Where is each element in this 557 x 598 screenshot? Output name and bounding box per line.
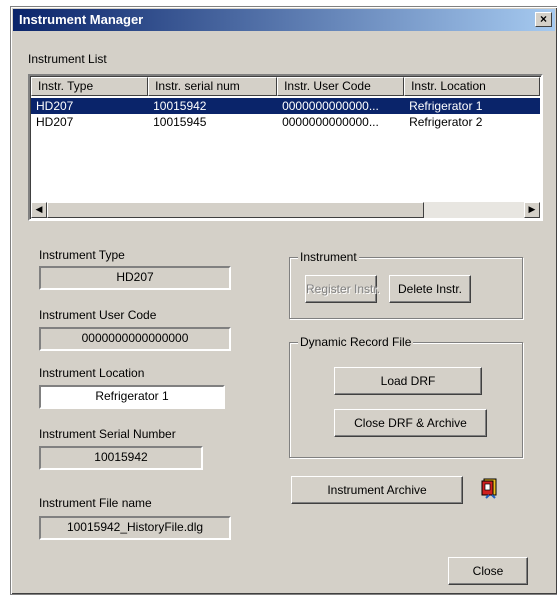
instrument-type-label: Instrument Type xyxy=(39,248,125,262)
cell-type: HD207 xyxy=(36,99,74,113)
instrument-list-label: Instrument List xyxy=(28,52,107,66)
instrument-serial-field: 10015942 xyxy=(39,446,203,470)
column-header-location[interactable]: Instr. Location xyxy=(404,77,540,96)
load-drf-button[interactable]: Load DRF xyxy=(334,367,482,395)
cell-serial: 10015942 xyxy=(153,99,207,113)
cell-user-code: 0000000000000... xyxy=(282,115,379,129)
instrument-location-input[interactable]: Refrigerator 1 xyxy=(39,385,225,409)
cell-location: Refrigerator 2 xyxy=(409,115,483,129)
instrument-user-code-label: Instrument User Code xyxy=(39,308,157,322)
cell-type: HD207 xyxy=(36,115,74,129)
column-header-user-code[interactable]: Instr. User Code xyxy=(277,77,405,96)
title-bar[interactable]: Instrument Manager × xyxy=(13,9,555,31)
drf-group-title: Dynamic Record File xyxy=(298,335,414,349)
list-row[interactable]: HD207 10015945 0000000000000... Refriger… xyxy=(31,114,540,130)
scroll-left-icon[interactable]: ◀ xyxy=(31,202,47,218)
horizontal-scrollbar[interactable]: ◀ ▶ xyxy=(31,202,540,218)
instrument-user-code-field: 0000000000000000 xyxy=(39,327,231,351)
window-close-button[interactable]: × xyxy=(535,12,552,27)
cell-location: Refrigerator 1 xyxy=(409,99,483,113)
close-drf-archive-button[interactable]: Close DRF & Archive xyxy=(334,409,487,437)
window-title: Instrument Manager xyxy=(19,12,144,27)
list-row[interactable]: HD207 10015942 0000000000000... Refriger… xyxy=(31,98,540,114)
scroll-right-icon[interactable]: ▶ xyxy=(524,202,540,218)
list-header: Instr. Type Instr. serial num Instr. Use… xyxy=(31,77,540,96)
instrument-file-field: 10015942_HistoryFile.dlg xyxy=(39,516,231,540)
column-header-serial[interactable]: Instr. serial num xyxy=(148,77,278,96)
instrument-group-title: Instrument xyxy=(298,250,359,264)
instrument-file-label: Instrument File name xyxy=(39,496,152,510)
cell-user-code: 0000000000000... xyxy=(282,99,379,113)
instrument-manager-window: Instrument Manager × Instrument List Ins… xyxy=(10,6,557,595)
close-button[interactable]: Close xyxy=(448,557,528,585)
instrument-location-label: Instrument Location xyxy=(39,366,145,380)
scroll-thumb[interactable] xyxy=(47,202,424,218)
instrument-serial-label: Instrument Serial Number xyxy=(39,427,176,441)
cell-serial: 10015945 xyxy=(153,115,207,129)
register-instrument-button[interactable]: Register Instr. xyxy=(305,275,380,303)
drf-group: Dynamic Record File xyxy=(289,335,523,458)
instrument-type-field: HD207 xyxy=(39,266,231,290)
archive-book-icon[interactable] xyxy=(481,477,499,499)
delete-instrument-button[interactable]: Delete Instr. xyxy=(389,275,471,303)
instrument-archive-button[interactable]: Instrument Archive xyxy=(291,476,463,504)
column-header-type[interactable]: Instr. Type xyxy=(31,77,149,96)
instrument-list[interactable]: Instr. Type Instr. serial num Instr. Use… xyxy=(28,74,543,221)
